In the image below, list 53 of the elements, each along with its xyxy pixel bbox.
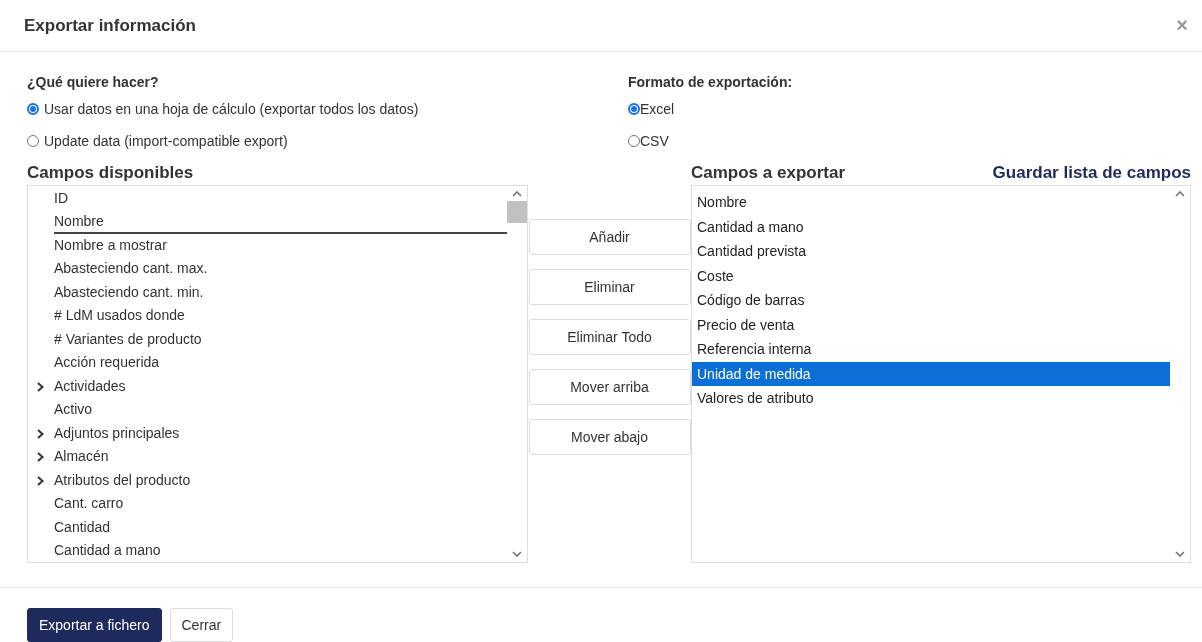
expand-chevron-icon[interactable]: [37, 381, 44, 392]
expand-chevron-icon[interactable]: [37, 452, 44, 463]
expand-chevron-icon[interactable]: [37, 475, 44, 486]
format-label: Formato de exportación:: [628, 74, 794, 90]
export-field-item[interactable]: Referencia interna: [692, 337, 1170, 362]
export-field-item[interactable]: Precio de venta: [692, 312, 1170, 337]
field-item[interactable]: Cantidad: [54, 515, 507, 540]
radio-label: CSV: [640, 133, 669, 149]
scroll-up-icon[interactable]: [1175, 190, 1185, 197]
field-item[interactable]: ID: [54, 186, 507, 211]
question-label: ¿Qué quiere hacer?: [27, 74, 160, 90]
field-item[interactable]: # Variantes de producto: [54, 327, 507, 352]
scroll-down-icon[interactable]: [512, 551, 522, 558]
export-button[interactable]: Exportar a fichero: [27, 608, 162, 642]
scrollbar-thumb[interactable]: [507, 201, 527, 223]
export-field-item[interactable]: Coste: [692, 263, 1170, 288]
export-field-item[interactable]: Cantidad a mano: [692, 214, 1170, 239]
field-item[interactable]: Actividades: [54, 374, 507, 399]
radio-label: Update data (import-compatible export): [44, 133, 288, 149]
radio-button[interactable]: [27, 103, 39, 115]
radio-button[interactable]: [628, 103, 640, 115]
expand-chevron-icon[interactable]: [37, 428, 44, 439]
field-item[interactable]: Nombre a mostrar: [54, 233, 507, 258]
export-field-item[interactable]: Nombre: [692, 190, 1170, 215]
list-action-button[interactable]: Mover abajo: [528, 419, 691, 455]
save-field-list-link[interactable]: Guardar lista de campos: [992, 163, 1191, 183]
field-item[interactable]: Atributos del producto: [54, 468, 507, 493]
export-field-item[interactable]: Unidad de medida: [692, 361, 1170, 386]
export-field-item[interactable]: Cantidad prevista: [692, 239, 1170, 264]
list-action-button[interactable]: Añadir: [528, 219, 691, 255]
field-item[interactable]: Adjuntos principales: [54, 421, 507, 446]
list-action-button[interactable]: Eliminar: [528, 269, 691, 305]
close-dialog-button[interactable]: Cerrar: [169, 608, 234, 642]
field-item[interactable]: Nombre: [54, 210, 507, 235]
radio-label: Excel: [640, 101, 675, 117]
field-item[interactable]: Abasteciendo cant. min.: [54, 280, 507, 305]
field-item[interactable]: Acción requerida: [54, 351, 507, 376]
export-field-item[interactable]: Valores de atributo: [692, 386, 1170, 411]
scroll-down-icon[interactable]: [1175, 551, 1185, 558]
field-item[interactable]: Activo: [54, 398, 507, 423]
list-action-button[interactable]: Eliminar Todo: [528, 319, 691, 355]
radio-label: Usar datos en una hoja de cálculo (exportar todos los datos): [44, 101, 419, 117]
field-item[interactable]: Cant. carro: [54, 492, 507, 517]
field-item[interactable]: Almacén: [54, 445, 507, 470]
scroll-up-icon[interactable]: [512, 190, 522, 197]
field-item[interactable]: Abasteciendo cant. max.: [54, 257, 507, 282]
field-item[interactable]: Cantidad a mano: [54, 539, 507, 562]
export-field-item[interactable]: Código de barras: [692, 288, 1170, 313]
dialog-title: Exportar información: [24, 15, 196, 36]
export-fields-heading: Campos a exportar: [691, 163, 845, 183]
available-fields-heading: Campos disponibles: [27, 163, 194, 183]
list-action-button[interactable]: Mover arriba: [528, 369, 691, 405]
field-item[interactable]: # LdM usados donde: [54, 304, 507, 329]
